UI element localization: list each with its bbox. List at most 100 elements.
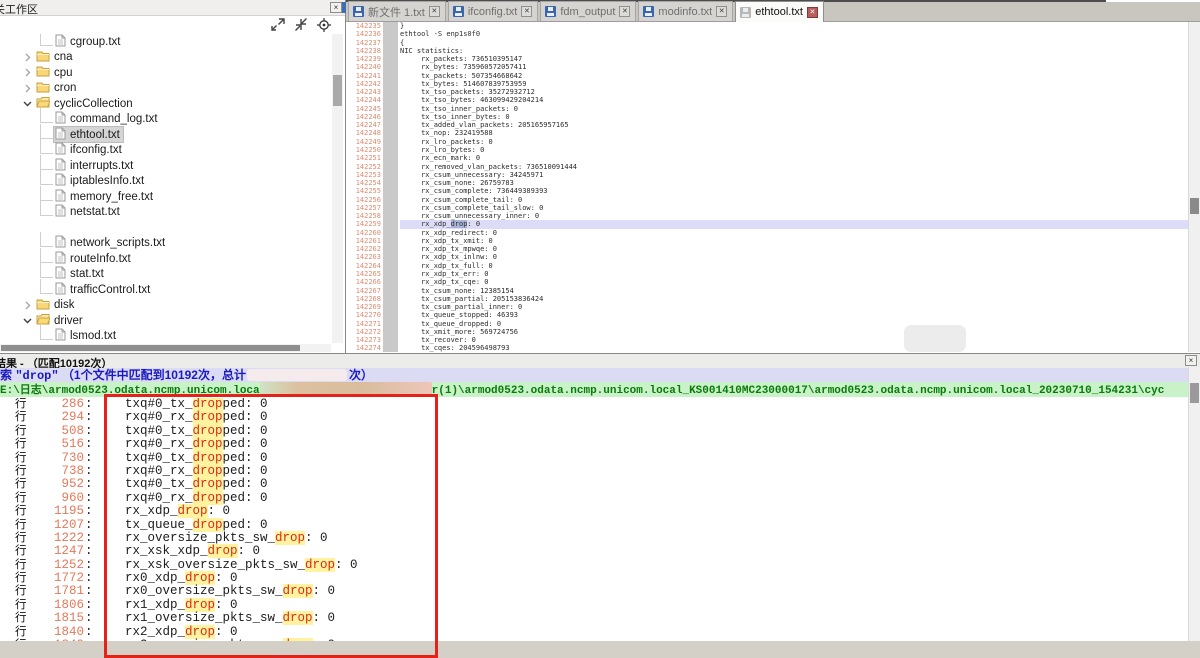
line-number[interactable]: 142269 (346, 303, 383, 311)
line-number[interactable]: 142237 (346, 39, 383, 47)
line-number[interactable]: 142255 (346, 187, 383, 195)
tree-item-cpu[interactable]: cpu (0, 65, 331, 81)
line-number[interactable]: 142245 (346, 105, 383, 113)
result-row[interactable]: 行952:txq#0_tx_dropped: 0 (0, 478, 1188, 491)
line-number[interactable]: 142273 (346, 336, 383, 344)
result-row[interactable]: 行738:rxq#0_rx_dropped: 0 (0, 465, 1188, 478)
line-number[interactable]: 142259 (346, 220, 383, 228)
line-number[interactable]: 142274 (346, 344, 383, 352)
tree-horizontal-scrollbar[interactable] (0, 344, 331, 352)
line-number[interactable]: 142262 (346, 245, 383, 253)
chevron-right-icon[interactable] (20, 82, 35, 95)
tree-vertical-scrollbar[interactable] (332, 34, 343, 343)
line-number[interactable]: 142249 (346, 138, 383, 146)
line-number[interactable]: 142253 (346, 171, 383, 179)
editor-vertical-scrollbar[interactable] (1188, 22, 1200, 352)
result-row[interactable]: 行1772:rx0_xdp_drop: 0 (0, 572, 1188, 585)
result-row[interactable]: 行286:txq#0_tx_dropped: 0 (0, 398, 1188, 411)
tab-close-icon[interactable]: ✕ (716, 6, 727, 17)
tree-horizontal-scrollbar-thumb[interactable] (1, 345, 300, 351)
editor-text-body[interactable]: 142235}142236ethtool -S enp1s0f0142237{1… (346, 22, 1188, 352)
tab-新文件 1.txt[interactable]: 新文件 1.txt✕ (348, 1, 446, 21)
line-number[interactable]: 142243 (346, 88, 383, 96)
line-number[interactable]: 142248 (346, 129, 383, 137)
tab-ethtool.txt[interactable]: ethtool.txt✕ (735, 1, 824, 22)
tree-item-cgroup.txt[interactable]: cgroup.txt (0, 34, 331, 50)
tab-ifconfig.txt[interactable]: ifconfig.txt✕ (448, 1, 539, 21)
tree-vertical-scrollbar-thumb[interactable] (333, 75, 342, 106)
result-row[interactable]: 行1840:rx2_xdp_drop: 0 (0, 626, 1188, 639)
line-number[interactable]: 142254 (346, 179, 383, 187)
chevron-right-icon[interactable] (20, 51, 35, 64)
line-number[interactable]: 142264 (346, 262, 383, 270)
result-row[interactable]: 行508:txq#0_tx_dropped: 0 (0, 425, 1188, 438)
expand-all-icon[interactable] (271, 18, 285, 31)
result-row[interactable]: 行1781:rx0_oversize_pkts_sw_drop: 0 (0, 585, 1188, 598)
line-number[interactable]: 142247 (346, 121, 383, 129)
line-number[interactable]: 142266 (346, 278, 383, 286)
result-row[interactable]: 行1252:rx_xsk_oversize_pkts_sw_drop: 0 (0, 559, 1188, 572)
tab-close-icon[interactable]: ✕ (521, 6, 532, 17)
chevron-right-icon[interactable] (20, 66, 35, 79)
result-row[interactable]: 行1806:rx1_xdp_drop: 0 (0, 599, 1188, 612)
line-number[interactable]: 142236 (346, 30, 383, 38)
results-vertical-scrollbar-thumb[interactable] (1190, 383, 1199, 403)
tab-modinfo.txt[interactable]: modinfo.txt✕ (638, 1, 733, 21)
line-number[interactable]: 142258 (346, 212, 383, 220)
line-number[interactable]: 142256 (346, 196, 383, 204)
tree-item-label: interrupts.txt (70, 160, 133, 172)
line-number[interactable]: 142244 (346, 96, 383, 104)
tree-item-netstat.txt[interactable]: netstat.txt (0, 205, 331, 221)
tree-item-lsmod.txt[interactable]: lsmod.txt (0, 329, 331, 345)
line-number[interactable]: 142239 (346, 55, 383, 63)
result-row[interactable]: 行730:txq#0_tx_dropped: 0 (0, 452, 1188, 465)
line-number[interactable]: 142241 (346, 72, 383, 80)
chevron-down-icon[interactable] (20, 97, 35, 110)
result-row[interactable]: 行1849:rx2_oversize_pkts_sw_drop: 0 (0, 639, 1188, 641)
result-row[interactable]: 行294:rxq#0_rx_dropped: 0 (0, 411, 1188, 424)
editor-line: 142272 tx_xmit_more: 569724756 (346, 328, 1188, 336)
line-number[interactable]: 142267 (346, 287, 383, 295)
result-row[interactable]: 行1222:rx_oversize_pkts_sw_drop: 0 (0, 532, 1188, 545)
workspace-close-icon[interactable]: × (330, 2, 342, 13)
line-number[interactable]: 142265 (346, 270, 383, 278)
tree-item-disk[interactable]: disk (0, 298, 331, 314)
line-number[interactable]: 142268 (346, 295, 383, 303)
results-vertical-scrollbar[interactable] (1188, 367, 1200, 641)
chevron-right-icon[interactable] (20, 299, 35, 312)
line-number[interactable]: 142272 (346, 328, 383, 336)
results-close-icon[interactable]: × (1185, 355, 1197, 366)
result-row[interactable]: 行1195:rx_xdp_drop: 0 (0, 505, 1188, 518)
result-row[interactable]: 行1815:rx1_oversize_pkts_sw_drop: 0 (0, 612, 1188, 625)
line-number[interactable]: 142270 (346, 311, 383, 319)
line-number[interactable]: 142257 (346, 204, 383, 212)
result-row[interactable]: 行516:rxq#0_rx_dropped: 0 (0, 438, 1188, 451)
tab-close-icon[interactable]: ✕ (807, 7, 818, 18)
line-number[interactable]: 142250 (346, 146, 383, 154)
line-number[interactable]: 142242 (346, 80, 383, 88)
tree-item-cna[interactable]: cna (0, 50, 331, 66)
line-number[interactable]: 142240 (346, 63, 383, 71)
line-number[interactable]: 142260 (346, 229, 383, 237)
line-number[interactable]: 142252 (346, 163, 383, 171)
result-row[interactable]: 行1207:tx_queue_dropped: 0 (0, 519, 1188, 532)
tab-close-icon[interactable]: ✕ (619, 6, 630, 17)
line-number[interactable]: 142263 (346, 253, 383, 261)
tab-fdm_output[interactable]: fdm_output✕ (540, 1, 636, 21)
editor-vertical-scrollbar-thumb[interactable] (1190, 198, 1199, 214)
tree-item-cron[interactable]: cron (0, 81, 331, 97)
line-number[interactable]: 142261 (346, 237, 383, 245)
line-number[interactable]: 142271 (346, 320, 383, 328)
line-number[interactable]: 142238 (346, 47, 383, 55)
tab-close-icon[interactable]: ✕ (429, 6, 440, 17)
collapse-all-icon[interactable] (294, 18, 308, 31)
line-number[interactable]: 142251 (346, 154, 383, 162)
matched-file-path[interactable]: E:\日志\armod0523.odata.ncmp.unicom.locar(… (0, 382, 1188, 397)
result-row[interactable]: 行1247:rx_xsk_xdp_drop: 0 (0, 545, 1188, 558)
line-number[interactable]: 142246 (346, 113, 383, 121)
locate-file-icon[interactable] (317, 18, 331, 32)
result-row[interactable]: 行960:rxq#0_rx_dropped: 0 (0, 492, 1188, 505)
tree-item-trafficControl.txt[interactable]: trafficControl.txt (0, 282, 331, 298)
line-number[interactable]: 142235 (346, 22, 383, 30)
chevron-down-icon[interactable] (20, 314, 35, 327)
